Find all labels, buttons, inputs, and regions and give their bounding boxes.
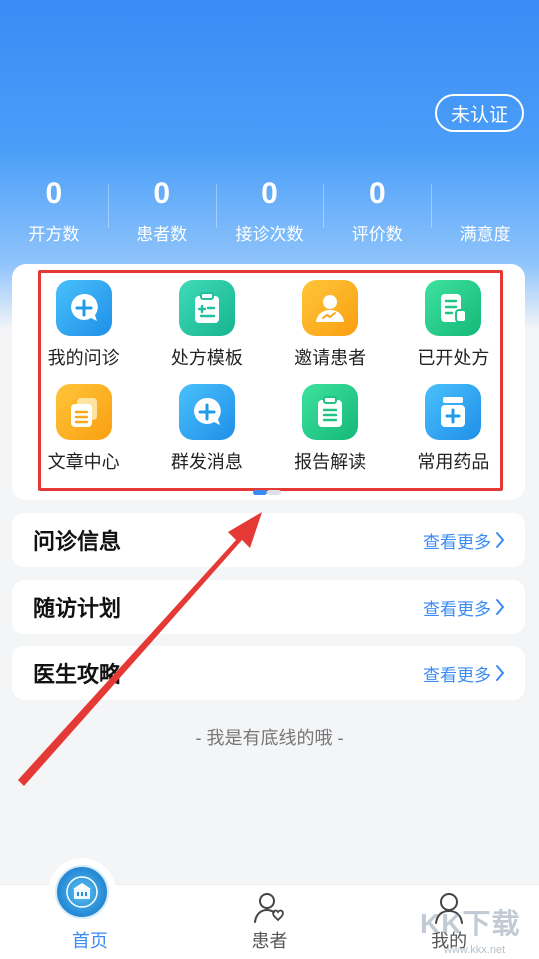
invite-patient-icon [302,280,359,336]
section-doctor-guide: 医生攻略 查看更多 [12,646,525,700]
stat-value: 0 [261,177,278,210]
page-indicator [253,490,281,495]
stat-label: 开方数 [28,225,80,244]
stat-value [431,172,539,216]
stat-label: 评价数 [351,225,403,244]
grid-item-my-consultation[interactable]: 我的问诊 [22,278,145,382]
stat-reviews[interactable]: 0 评价数 [323,172,431,252]
watermark-url: www.kkx.net [444,944,506,956]
issued-prescription-icon [425,280,482,336]
view-more-label: 查看更多 [423,665,491,685]
tab-label: 患者 [251,931,288,951]
grid-item-common-medicine[interactable]: 常用药品 [392,382,515,486]
stat-consultations[interactable]: 0 接诊次数 [215,172,324,252]
stat-label: 患者数 [136,225,188,244]
broadcast-message-icon [178,384,235,440]
stat-value: 0 [45,177,63,210]
stat-label: 接诊次数 [235,225,304,244]
grid-item-label: 邀请患者 [294,348,367,368]
view-more-link[interactable]: 查看更多 [423,661,505,686]
view-more-label: 查看更多 [423,599,491,619]
section-title: 问诊信息 [33,529,122,554]
section-consultation-info: 问诊信息 查看更多 [12,513,525,567]
function-grid-card: 我的问诊 处方模板 邀请患者 已开处方 文章中心 群发消息 报告解读 常用药品 [12,264,525,500]
grid-item-issued-prescription[interactable]: 已开处方 [392,278,515,382]
function-grid: 我的问诊 处方模板 邀请患者 已开处方 文章中心 群发消息 报告解读 常用药品 [22,278,515,486]
prescription-clipboard-icon [178,280,235,336]
grid-item-broadcast-message[interactable]: 群发消息 [145,382,268,486]
patient-add-icon [253,893,284,923]
watermark-logo: KK下载 [420,908,521,939]
section-title: 医生攻略 [33,662,122,687]
stat-satisfaction[interactable]: 满意度 [431,172,539,252]
medicine-box-icon [425,384,482,440]
home-logo-badge[interactable] [48,858,116,926]
stat-prescriptions[interactable]: 0 开方数 [0,172,108,252]
stat-value: 0 [153,177,171,210]
section-title: 随访计划 [33,596,122,621]
grid-item-label: 报告解读 [294,452,367,472]
grid-item-invite-patient[interactable]: 邀请患者 [269,278,392,382]
view-more-link[interactable]: 查看更多 [423,595,505,620]
grid-item-report-interpretation[interactable]: 报告解读 [269,382,392,486]
end-of-list-note: - 我是有底线的哦 - [195,728,344,748]
stats-row: 0 开方数 0 患者数 0 接诊次数 0 评价数 满意度 [0,172,539,252]
grid-item-label: 常用药品 [417,452,490,472]
stat-label: 满意度 [459,225,511,244]
tab-label: 首页 [71,931,108,951]
certification-button[interactable]: 未认证 [435,94,524,132]
article-docs-icon [55,384,112,440]
stat-value: 0 [368,177,386,210]
grid-item-label: 处方模板 [170,348,243,368]
page-dot-active [253,490,267,495]
grid-item-label: 群发消息 [170,452,243,472]
chevron-right-icon [496,665,505,681]
page-dot [267,490,281,495]
grid-item-prescription-template[interactable]: 处方模板 [145,278,268,382]
hospital-logo-icon [55,865,109,919]
section-follow-up-plan: 随访计划 查看更多 [12,580,525,634]
view-more-label: 查看更多 [423,532,491,552]
grid-item-label: 已开处方 [417,348,490,368]
chevron-right-icon [496,532,505,548]
grid-item-label: 我的问诊 [47,348,120,368]
report-clipboard-icon [302,384,359,440]
tab-patients[interactable]: 患者 [180,885,360,959]
grid-item-article-center[interactable]: 文章中心 [22,382,145,486]
grid-item-label: 文章中心 [47,452,120,472]
view-more-link[interactable]: 查看更多 [423,528,505,553]
chevron-right-icon [496,599,505,615]
stat-patients[interactable]: 0 患者数 [107,172,216,252]
consult-chat-icon [55,280,112,336]
